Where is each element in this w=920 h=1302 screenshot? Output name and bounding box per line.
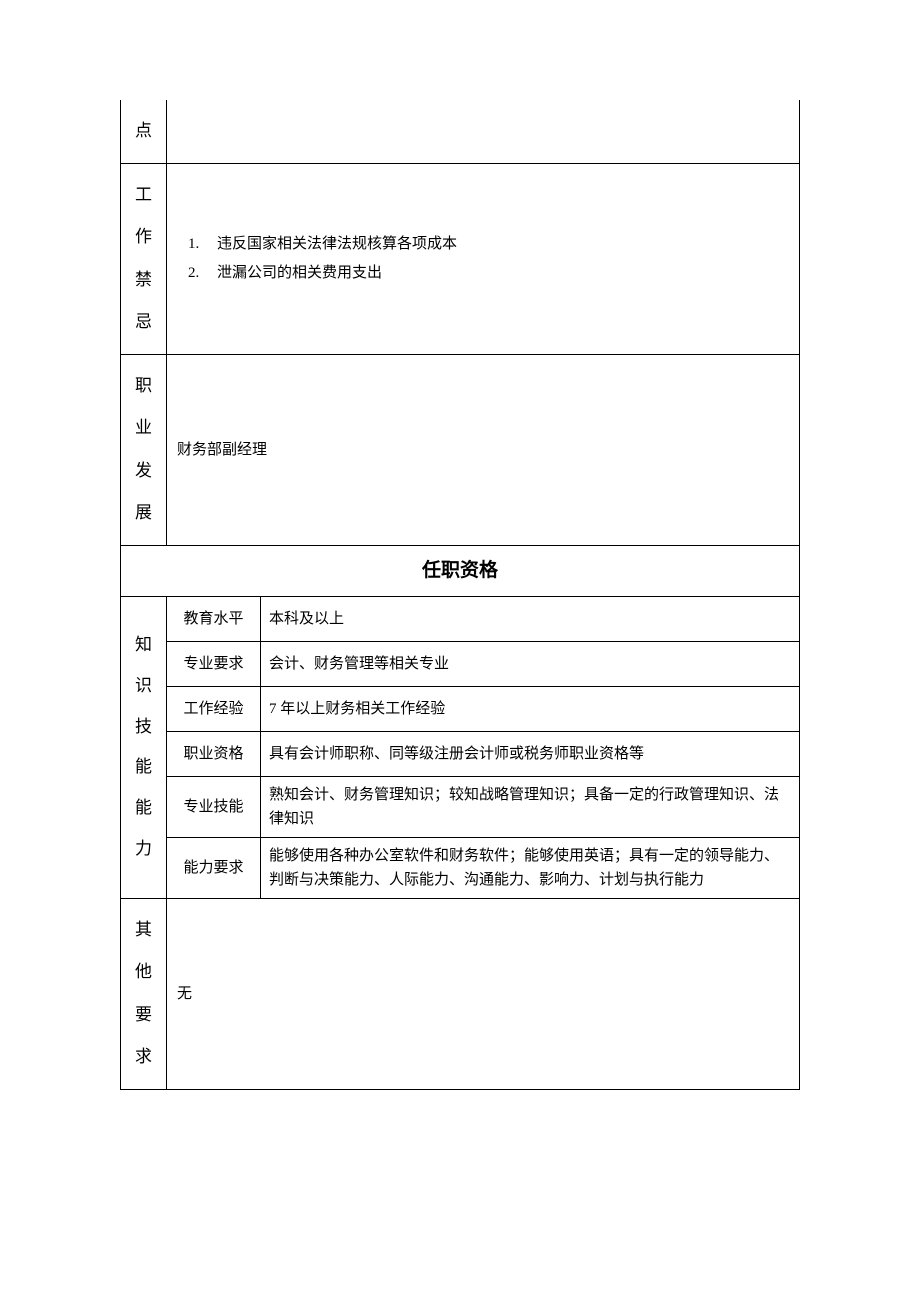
sub-label: 专业技能: [167, 776, 261, 837]
sub-label: 工作经验: [167, 686, 261, 731]
prohibitions-list: 违反国家相关法律法规核算各项成本 泄漏公司的相关费用支出: [177, 230, 789, 287]
knowledge-row-1: 专业要求 会计、财务管理等相关专业: [121, 641, 800, 686]
sub-value: 7 年以上财务相关工作经验: [261, 686, 800, 731]
knowledge-row-0: 知 识 技 能 能 力 教育水平 本科及以上: [121, 596, 800, 641]
prohibitions-label: 工 作 禁 忌: [121, 163, 167, 354]
other-label: 其 他 要 求: [121, 898, 167, 1089]
knowledge-row-2: 工作经验 7 年以上财务相关工作经验: [121, 686, 800, 731]
prohibitions-row: 工 作 禁 忌 违反国家相关法律法规核算各项成本 泄漏公司的相关费用支出: [121, 163, 800, 354]
sub-value: 本科及以上: [261, 596, 800, 641]
sub-label: 职业资格: [167, 731, 261, 776]
career-content: 财务部副经理: [167, 354, 800, 545]
knowledge-row-3: 职业资格 具有会计师职称、同等级注册会计师或税务师职业资格等: [121, 731, 800, 776]
partial-label-cell: 点: [121, 100, 167, 163]
knowledge-row-4: 专业技能 熟知会计、财务管理知识；较知战略管理知识；具备一定的行政管理知识、法律…: [121, 776, 800, 837]
sub-value: 会计、财务管理等相关专业: [261, 641, 800, 686]
prohibitions-content: 违反国家相关法律法规核算各项成本 泄漏公司的相关费用支出: [167, 163, 800, 354]
knowledge-label: 知 识 技 能 能 力: [121, 596, 167, 898]
sub-label: 教育水平: [167, 596, 261, 641]
other-content: 无: [167, 898, 800, 1089]
career-label: 职 业 发 展: [121, 354, 167, 545]
list-item: 违反国家相关法律法规核算各项成本: [203, 230, 789, 259]
sub-value: 熟知会计、财务管理知识；较知战略管理知识；具备一定的行政管理知识、法律知识: [261, 776, 800, 837]
job-spec-table: 点 工 作 禁 忌 违反国家相关法律法规核算各项成本 泄漏公司的相关费用支出 职: [120, 100, 800, 1090]
sub-value: 具有会计师职称、同等级注册会计师或税务师职业资格等: [261, 731, 800, 776]
sub-value: 能够使用各种办公室软件和财务软件；能够使用英语；具有一定的领导能力、判断与决策能…: [261, 837, 800, 898]
other-row: 其 他 要 求 无: [121, 898, 800, 1089]
partial-char: 点: [127, 110, 160, 153]
qualifications-header-row: 任职资格: [121, 545, 800, 596]
partial-row: 点: [121, 100, 800, 163]
sub-label: 能力要求: [167, 837, 261, 898]
qualifications-header: 任职资格: [121, 545, 800, 596]
knowledge-row-5: 能力要求 能够使用各种办公室软件和财务软件；能够使用英语；具有一定的领导能力、判…: [121, 837, 800, 898]
list-item: 泄漏公司的相关费用支出: [203, 259, 789, 288]
partial-content-cell: [167, 100, 800, 163]
career-row: 职 业 发 展 财务部副经理: [121, 354, 800, 545]
sub-label: 专业要求: [167, 641, 261, 686]
